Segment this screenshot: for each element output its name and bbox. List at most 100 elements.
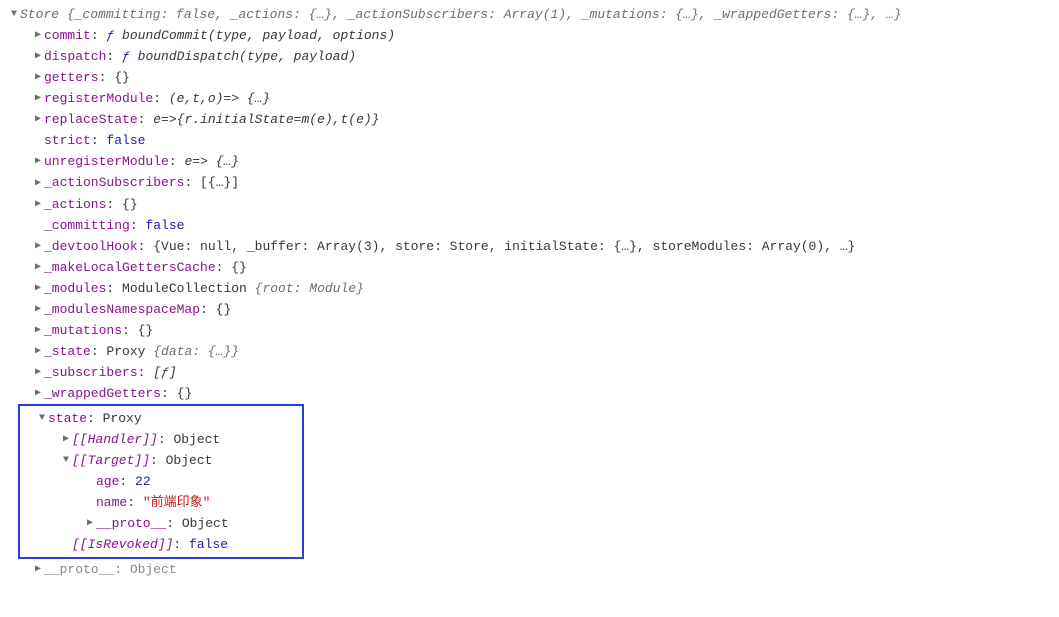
prop-value: Object bbox=[166, 453, 213, 468]
prop-preview: {data: {…}} bbox=[153, 344, 239, 359]
prop-key: __proto__ bbox=[44, 562, 114, 577]
prop-name[interactable]: name: "前端印象" bbox=[22, 492, 300, 513]
prop-key: _actions bbox=[44, 197, 106, 212]
prop-row[interactable]: ▶unregisterModule: e=> {…} bbox=[8, 151, 1051, 172]
expand-arrow-right-icon[interactable]: ▶ bbox=[32, 151, 44, 172]
expand-arrow-right-icon[interactable]: ▶ bbox=[84, 513, 96, 534]
prop-key: __proto__ bbox=[96, 516, 166, 531]
prop-value: Object bbox=[130, 562, 177, 577]
expand-arrow-right-icon[interactable]: ▶ bbox=[32, 46, 44, 67]
prop-key: _wrappedGetters bbox=[44, 386, 161, 401]
prop-key: [[Handler]] bbox=[72, 432, 158, 447]
prop-key: unregisterModule bbox=[44, 154, 169, 169]
prop-key: _actionSubscribers bbox=[44, 175, 184, 190]
prop-key: dispatch bbox=[44, 49, 106, 64]
prop-value: {} bbox=[177, 386, 193, 401]
prop-row[interactable]: ▶_subscribers: [ƒ] bbox=[8, 362, 1051, 383]
prop-proto[interactable]: ▶__proto__: Object bbox=[22, 513, 300, 534]
prop-value: ModuleCollection bbox=[122, 281, 255, 296]
prop-value: Object bbox=[173, 432, 220, 447]
prop-row[interactable]: _committing: false bbox=[8, 215, 1051, 236]
prop-key: _subscribers bbox=[44, 365, 138, 380]
expand-arrow-right-icon[interactable]: ▶ bbox=[32, 194, 44, 215]
function-signature: boundCommit(type, payload, options) bbox=[114, 28, 395, 43]
expand-arrow-right-icon[interactable]: ▶ bbox=[32, 559, 44, 580]
expand-arrow-right-icon[interactable]: ▶ bbox=[32, 67, 44, 88]
prop-key: _devtoolHook bbox=[44, 239, 138, 254]
prop-row[interactable]: ▶registerModule: (e,t,o)=> {…} bbox=[8, 88, 1051, 109]
prop-target[interactable]: ▼[[Target]]: Object bbox=[22, 450, 300, 471]
prop-value: false bbox=[189, 537, 228, 552]
prop-state[interactable]: ▼state: Proxy bbox=[22, 408, 300, 429]
prop-key: commit bbox=[44, 28, 91, 43]
expand-arrow-right-icon[interactable]: ▶ bbox=[32, 383, 44, 404]
prop-key: name bbox=[96, 495, 127, 510]
prop-row[interactable]: ▶_actionSubscribers: [{…}] bbox=[8, 172, 1051, 193]
prop-value: {} bbox=[231, 260, 247, 275]
prop-key: state bbox=[48, 411, 87, 426]
prop-value: Proxy bbox=[106, 344, 153, 359]
prop-row[interactable]: strict: false bbox=[8, 130, 1051, 151]
prop-preview: {root: Module} bbox=[255, 281, 364, 296]
prop-value: false bbox=[106, 133, 145, 148]
prop-key: _committing bbox=[44, 218, 130, 233]
expand-arrow-down-icon[interactable]: ▼ bbox=[36, 408, 48, 429]
expand-arrow-right-icon[interactable]: ▶ bbox=[32, 88, 44, 109]
prop-row[interactable]: ▶replaceState: e=>{r.initialState=m(e),t… bbox=[8, 109, 1051, 130]
function-f-icon: ƒ bbox=[122, 49, 130, 64]
prop-row[interactable]: ▶getters: {} bbox=[8, 67, 1051, 88]
prop-row[interactable]: ▶_state: Proxy {data: {…}} bbox=[8, 341, 1051, 362]
expand-arrow-right-icon[interactable]: ▶ bbox=[60, 429, 72, 450]
expand-arrow-right-icon[interactable]: ▶ bbox=[32, 299, 44, 320]
expand-arrow-down-icon[interactable]: ▼ bbox=[8, 4, 20, 25]
prop-row[interactable]: ▶commit: ƒ boundCommit(type, payload, op… bbox=[8, 25, 1051, 46]
prop-proto-end[interactable]: ▶__proto__: Object bbox=[8, 559, 1051, 580]
expand-arrow-right-icon[interactable]: ▶ bbox=[32, 320, 44, 341]
expand-arrow-right-icon[interactable]: ▶ bbox=[32, 173, 44, 194]
prop-key: _modules bbox=[44, 281, 106, 296]
expand-arrow-down-icon[interactable]: ▼ bbox=[60, 450, 72, 471]
prop-row[interactable]: ▶_wrappedGetters: {} bbox=[8, 383, 1051, 404]
prop-value: {} bbox=[138, 323, 154, 338]
prop-value: Object bbox=[182, 516, 229, 531]
prop-isrevoked[interactable]: [[IsRevoked]]: false bbox=[22, 534, 300, 555]
prop-key: _state bbox=[44, 344, 91, 359]
prop-age[interactable]: age: 22 bbox=[22, 471, 300, 492]
prop-row[interactable]: ▶_devtoolHook: {Vue: null, _buffer: Arra… bbox=[8, 236, 1051, 257]
expand-arrow-right-icon[interactable]: ▶ bbox=[32, 257, 44, 278]
prop-value: false bbox=[145, 218, 184, 233]
prop-key: replaceState bbox=[44, 112, 138, 127]
expand-arrow-right-icon[interactable]: ▶ bbox=[32, 362, 44, 383]
prop-handler[interactable]: ▶[[Handler]]: Object bbox=[22, 429, 300, 450]
function-signature: (e,t,o)=> {…} bbox=[169, 91, 270, 106]
prop-key: strict bbox=[44, 133, 91, 148]
root-preview: {_committing: false, _actions: {…}, _act… bbox=[67, 7, 902, 22]
prop-row[interactable]: ▶dispatch: ƒ boundDispatch(type, payload… bbox=[8, 46, 1051, 67]
expand-arrow-right-icon[interactable]: ▶ bbox=[32, 278, 44, 299]
prop-key: [[IsRevoked]] bbox=[72, 537, 173, 552]
prop-key: _makeLocalGettersCache bbox=[44, 260, 216, 275]
prop-row[interactable]: ▶_actions: {} bbox=[8, 194, 1051, 215]
prop-row[interactable]: ▶_mutations: {} bbox=[8, 320, 1051, 341]
function-signature: e=> {…} bbox=[184, 154, 239, 169]
prop-row[interactable]: ▶_modules: ModuleCollection {root: Modul… bbox=[8, 278, 1051, 299]
prop-key: _mutations bbox=[44, 323, 122, 338]
expand-arrow-right-icon[interactable]: ▶ bbox=[32, 236, 44, 257]
prop-value: Proxy bbox=[103, 411, 142, 426]
prop-row[interactable]: ▶_modulesNamespaceMap: {} bbox=[8, 299, 1051, 320]
expand-arrow-right-icon[interactable]: ▶ bbox=[32, 109, 44, 130]
prop-value: 22 bbox=[135, 474, 151, 489]
expand-arrow-right-icon[interactable]: ▶ bbox=[32, 341, 44, 362]
prop-value: "前端印象" bbox=[143, 495, 211, 510]
prop-key: getters bbox=[44, 70, 99, 85]
prop-row[interactable]: ▶_makeLocalGettersCache: {} bbox=[8, 257, 1051, 278]
prop-key: _modulesNamespaceMap bbox=[44, 302, 200, 317]
prop-key: [[Target]] bbox=[72, 453, 150, 468]
function-signature: boundDispatch(type, payload) bbox=[130, 49, 356, 64]
function-signature: [ƒ] bbox=[153, 365, 176, 380]
prop-value: {} bbox=[122, 197, 138, 212]
prop-key: age bbox=[96, 474, 119, 489]
prop-key: registerModule bbox=[44, 91, 153, 106]
root-line[interactable]: ▼Store {_committing: false, _actions: {…… bbox=[8, 4, 1051, 25]
expand-arrow-right-icon[interactable]: ▶ bbox=[32, 25, 44, 46]
